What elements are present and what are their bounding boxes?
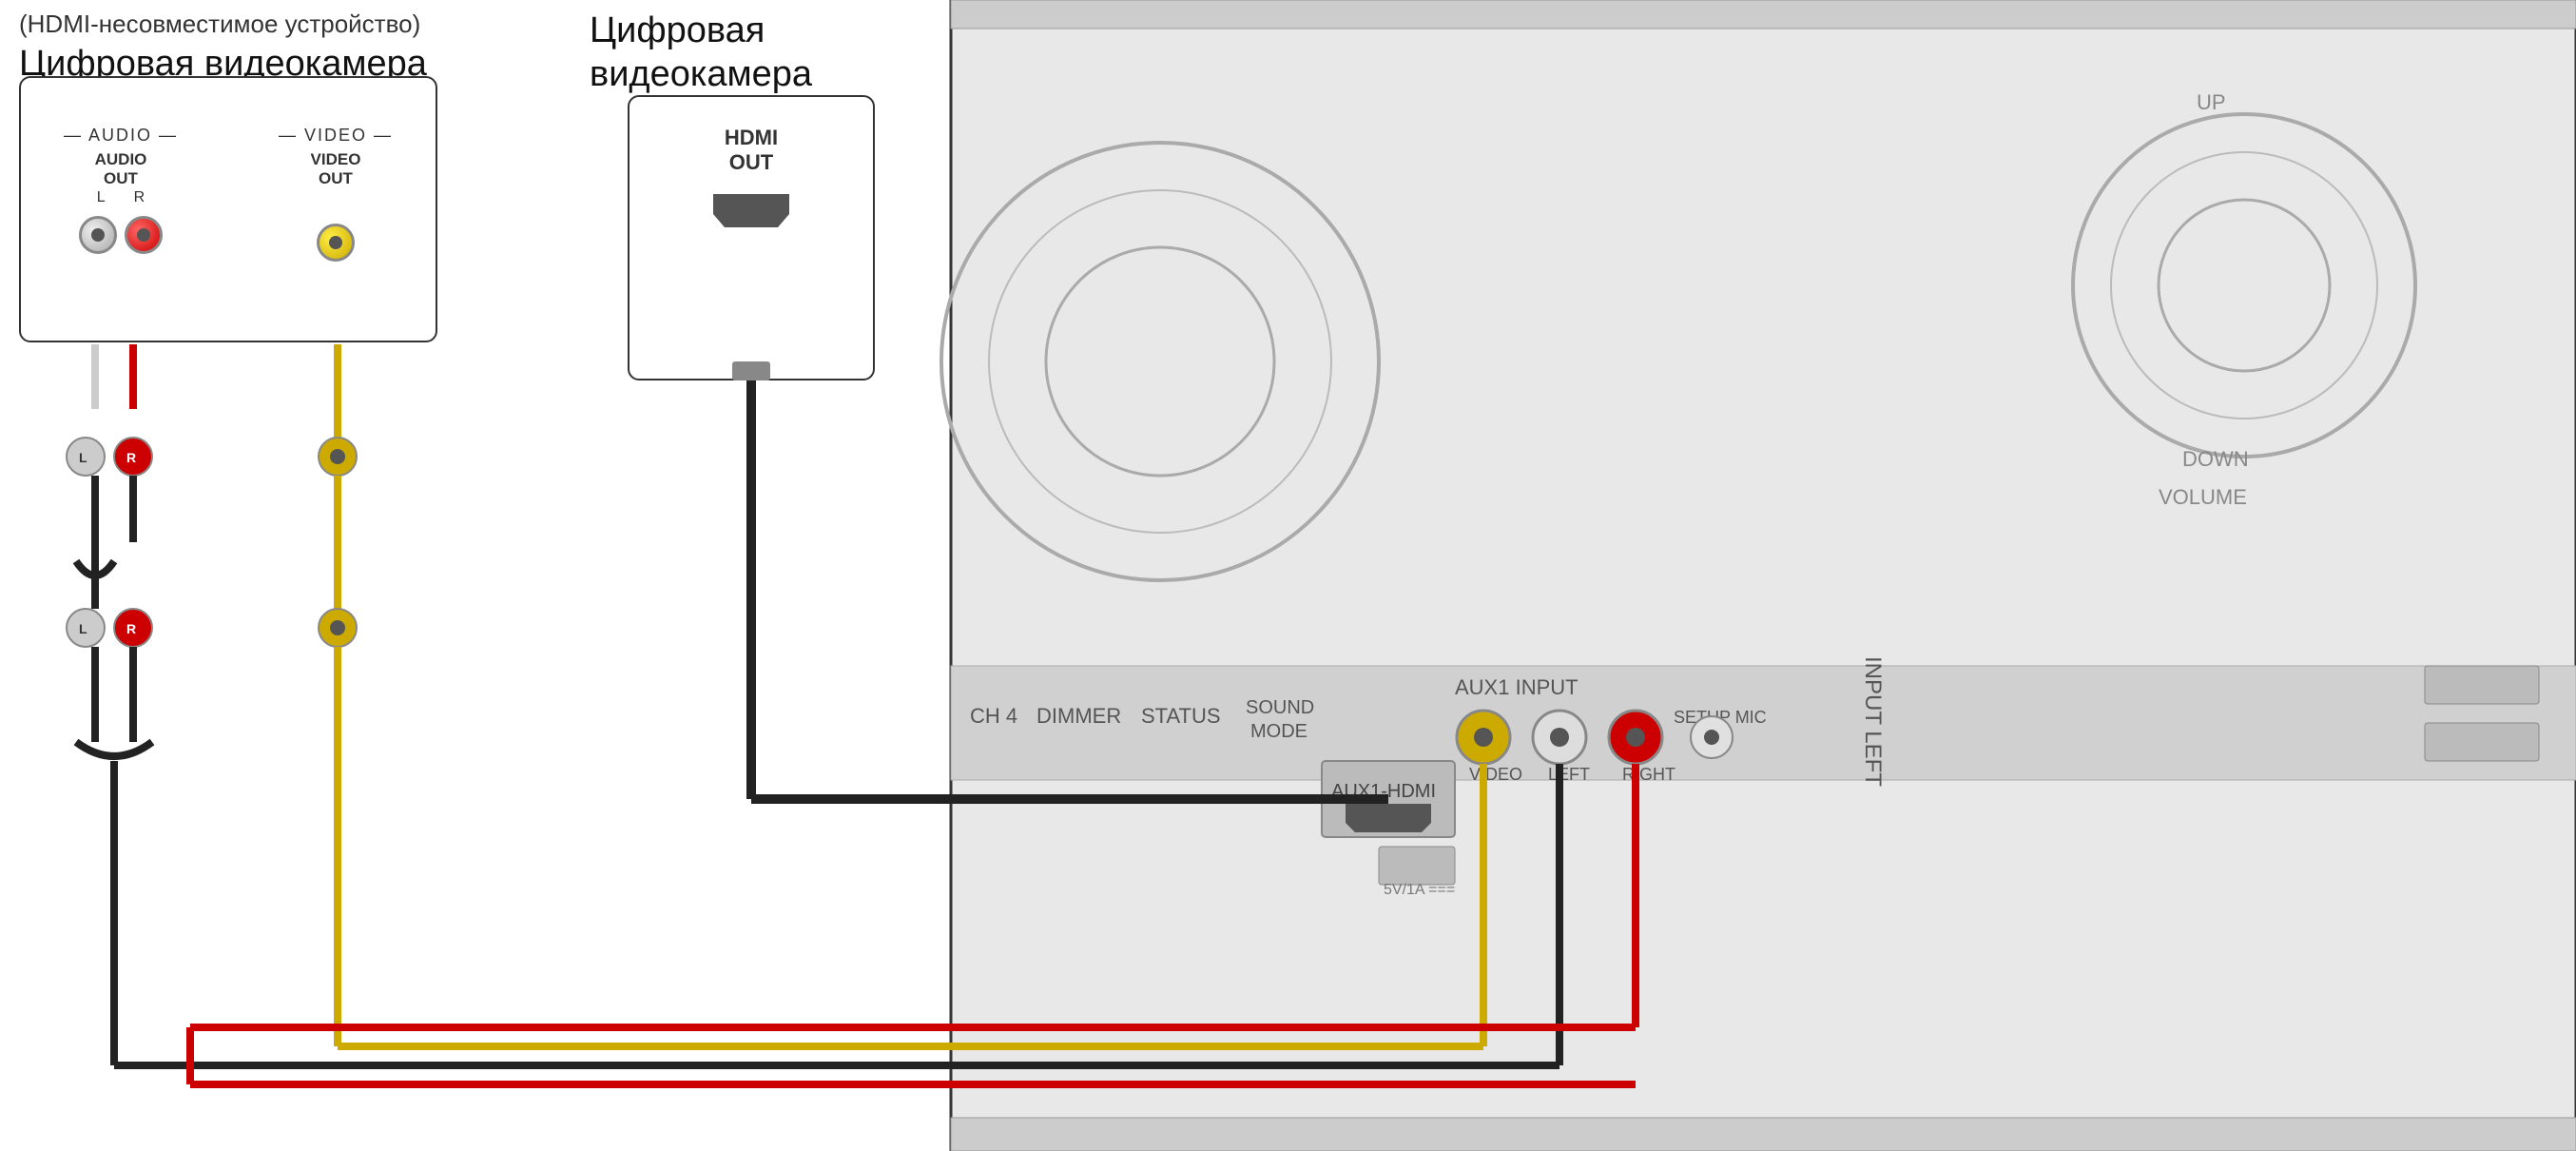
video-bar-label: — VIDEO — [255, 126, 416, 146]
rca-yellow-connector [317, 224, 355, 262]
rca-red-connector [125, 216, 163, 254]
rca-white-connector [79, 216, 117, 254]
svg-text:R: R [126, 450, 136, 465]
svg-text:R: R [126, 621, 136, 636]
svg-text:DIMMER: DIMMER [1036, 704, 1121, 728]
svg-text:SOUND: SOUND [1246, 697, 1314, 718]
diagram: (HDMI-несовместимое устройство) Цифровая… [0, 0, 2576, 1151]
svg-text:CH 4: CH 4 [970, 704, 1017, 728]
svg-text:MODE: MODE [1250, 721, 1307, 742]
device1-box: — AUDIO — AUDIOOUT L R — VIDEO — VIDEOOU… [19, 76, 437, 342]
video-connectors [255, 224, 416, 262]
svg-text:STATUS: STATUS [1141, 704, 1221, 728]
rca-yellow-inner [329, 236, 342, 249]
svg-text:UP: UP [2197, 90, 2226, 114]
audio-section: — AUDIO — AUDIOOUT L R [40, 126, 202, 254]
l-label: L [97, 189, 106, 206]
lr-labels: L R [40, 189, 202, 206]
audio-bar-label: — AUDIO — [40, 126, 202, 146]
svg-text:AUX1 INPUT: AUX1 INPUT [1455, 675, 1579, 699]
svg-text:VOLUME: VOLUME [2159, 485, 2247, 509]
svg-text:LEFT: LEFT [1548, 765, 1590, 784]
video-out-label: VIDEOOUT [255, 150, 416, 189]
rca-white-inner [91, 228, 105, 242]
audio-out-label: AUDIOOUT [40, 150, 202, 189]
device2-title: Цифроваявидеокамера [590, 10, 812, 96]
svg-text:L: L [79, 450, 87, 465]
svg-text:AUX1-HDMI: AUX1-HDMI [1331, 781, 1436, 802]
svg-text:VIDEO: VIDEO [1469, 765, 1522, 784]
svg-text:DOWN: DOWN [2182, 447, 2249, 471]
device1-subtitle: (HDMI-несовместимое устройство) [19, 10, 420, 39]
svg-text:SETUP MIC: SETUP MIC [1674, 708, 1767, 727]
svg-text:RIGHT: RIGHT [1622, 765, 1675, 784]
video-section: — VIDEO — VIDEOOUT [255, 126, 416, 262]
rca-red-inner [137, 228, 150, 242]
device2-box: HDMIOUT [628, 95, 875, 380]
audio-connectors [40, 216, 202, 254]
hdmi-port-icon [713, 194, 789, 227]
hdmi-out-label: HDMIOUT [725, 126, 778, 175]
svg-text:INPUT LEFT: INPUT LEFT [1860, 656, 1886, 787]
svg-text:L: L [79, 621, 87, 636]
svg-text:5V/1A ===: 5V/1A === [1384, 882, 1455, 898]
r-label: R [134, 189, 145, 206]
